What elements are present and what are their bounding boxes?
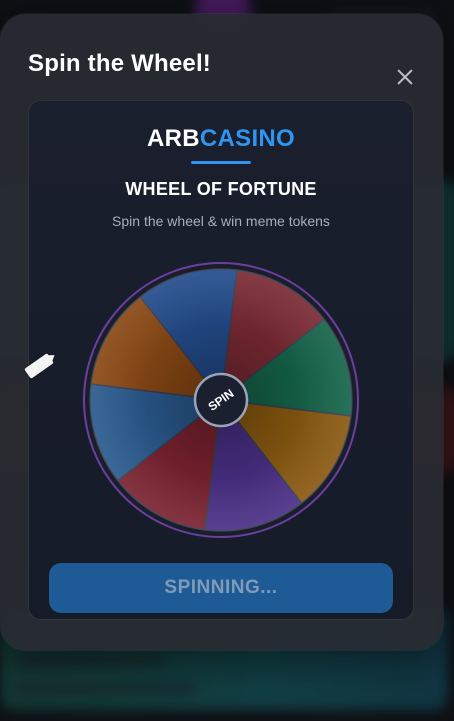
spinning-button[interactable]: SPINNING...: [49, 563, 393, 613]
spin-wheel-modal: Spin the Wheel! ARBCASINO WHEEL OF FORTU…: [0, 14, 443, 650]
brand-logo: ARBCASINO: [29, 125, 413, 153]
brand-logo-part2: CASINO: [199, 125, 296, 152]
brand-logo-part1: ARB: [146, 125, 200, 152]
close-icon[interactable]: [392, 64, 418, 90]
modal-title: Spin the Wheel!: [28, 50, 211, 77]
fortune-wheel: SPIN: [83, 262, 359, 538]
wheel-panel: ARBCASINO WHEEL OF FORTUNE Spin the whee…: [29, 101, 413, 619]
game-heading: WHEEL OF FORTUNE: [125, 179, 317, 199]
brand-underline: [191, 161, 251, 164]
game-subheading: Spin the wheel & win meme tokens: [112, 213, 330, 229]
spin-hub-label: SPIN: [205, 386, 237, 414]
spin-hub-button[interactable]: SPIN: [194, 373, 248, 427]
